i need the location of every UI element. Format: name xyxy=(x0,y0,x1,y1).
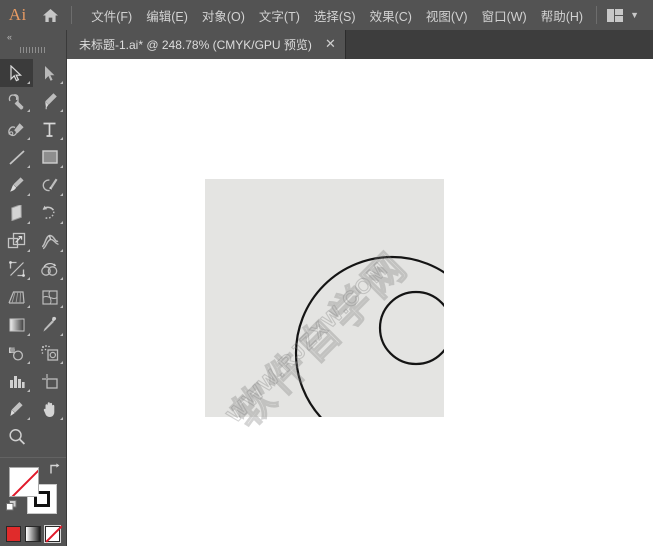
shape-builder-tool[interactable] xyxy=(33,255,66,283)
tool-flyout-indicator xyxy=(60,361,63,364)
outer-circle[interactable] xyxy=(296,257,444,417)
tool-flyout-indicator xyxy=(27,305,30,308)
direct-selection-tool[interactable] xyxy=(33,59,66,87)
color-mode-color[interactable] xyxy=(6,526,21,542)
collapse-panel-button[interactable]: « xyxy=(0,30,66,43)
menu-effect[interactable]: 效果(C) xyxy=(363,2,419,29)
hand-tool[interactable] xyxy=(33,395,66,423)
width-tool[interactable] xyxy=(33,227,66,255)
menu-file[interactable]: 文件(F) xyxy=(84,2,139,29)
tool-flyout-indicator xyxy=(60,249,63,252)
artboard[interactable]: 软件自学网 WWW.RJZXW.COM xyxy=(205,179,444,417)
menu-object[interactable]: 对象(O) xyxy=(195,2,252,29)
menu-edit[interactable]: 编辑(E) xyxy=(139,2,195,29)
artwork-layer xyxy=(205,179,444,417)
fill-stroke-controls xyxy=(0,457,66,519)
tool-flyout-indicator xyxy=(27,109,30,112)
shaper-tool[interactable] xyxy=(33,171,66,199)
column-graph-tool[interactable] xyxy=(0,367,33,395)
tool-flyout-indicator xyxy=(60,193,63,196)
workspace-switcher[interactable]: ▼ xyxy=(603,6,643,25)
inner-circle[interactable] xyxy=(380,292,444,364)
tool-flyout-indicator xyxy=(27,277,30,280)
magic-wand-tool[interactable] xyxy=(0,87,33,115)
paintbrush-tool[interactable] xyxy=(0,171,33,199)
document-tab-label: 未标题-1.ai* @ 248.78% (CMYK/GPU 预览) xyxy=(79,36,312,53)
menu-items: 文件(F) 编辑(E) 对象(O) 文字(T) 选择(S) 效果(C) 视图(V… xyxy=(84,2,590,29)
line-segment-tool[interactable] xyxy=(0,143,33,171)
menu-bar: Ai 文件(F) 编辑(E) 对象(O) 文字(T) 选择(S) 效果(C) 视… xyxy=(0,0,653,30)
rotate-tool[interactable] xyxy=(33,199,66,227)
free-transform-tool[interactable] xyxy=(0,255,33,283)
tool-flyout-indicator xyxy=(27,361,30,364)
ai-logo-text: Ai xyxy=(9,5,27,25)
menu-divider-2 xyxy=(596,6,597,24)
collapse-chevrons-icon: « xyxy=(7,32,11,42)
menu-type[interactable]: 文字(T) xyxy=(252,2,307,29)
eraser-tool[interactable] xyxy=(0,199,33,227)
artboard-tool[interactable] xyxy=(33,367,66,395)
tool-grid xyxy=(0,59,66,451)
tool-flyout-indicator xyxy=(60,417,63,420)
gradient-tool[interactable] xyxy=(0,311,33,339)
illustrator-window: Ai 文件(F) 编辑(E) 对象(O) 文字(T) 选择(S) 效果(C) 视… xyxy=(0,0,653,546)
tool-flyout-indicator xyxy=(27,165,30,168)
tool-flyout-indicator xyxy=(60,165,63,168)
tool-flyout-indicator xyxy=(27,221,30,224)
menu-divider-1 xyxy=(71,6,72,24)
tool-flyout-indicator xyxy=(60,81,63,84)
default-fill-stroke-icon[interactable] xyxy=(5,499,18,512)
scale-tool[interactable] xyxy=(0,227,33,255)
fill-swatch[interactable] xyxy=(9,467,39,497)
swap-fill-stroke-icon[interactable] xyxy=(48,462,61,475)
color-mode-row xyxy=(6,521,60,546)
workspace-grid-icon xyxy=(607,9,624,22)
tool-flyout-indicator xyxy=(60,137,63,140)
menu-window[interactable]: 窗口(W) xyxy=(475,2,534,29)
tool-flyout-indicator xyxy=(60,305,63,308)
pen-tool[interactable] xyxy=(33,87,66,115)
perspective-grid-tool[interactable] xyxy=(0,283,33,311)
menubar-right: ▼ xyxy=(590,6,653,25)
tool-flyout-indicator xyxy=(27,81,30,84)
stroke-swatch-hole xyxy=(37,494,47,504)
fill-none-slash-icon xyxy=(10,468,38,496)
tool-flyout-indicator xyxy=(27,249,30,252)
document-tab[interactable]: 未标题-1.ai* @ 248.78% (CMYK/GPU 预览) ✕ xyxy=(67,30,346,59)
menu-help[interactable]: 帮助(H) xyxy=(534,2,590,29)
document-tab-bar: 未标题-1.ai* @ 248.78% (CMYK/GPU 预览) ✕ xyxy=(67,30,653,59)
chevron-down-icon: ▼ xyxy=(630,11,639,20)
home-icon[interactable] xyxy=(36,0,66,30)
blend-tool[interactable] xyxy=(0,339,33,367)
curvature-tool[interactable] xyxy=(0,115,33,143)
rectangle-tool[interactable] xyxy=(33,143,66,171)
menu-select[interactable]: 选择(S) xyxy=(307,2,363,29)
eyedropper-tool[interactable] xyxy=(33,311,66,339)
tool-flyout-indicator xyxy=(27,389,30,392)
selection-tool[interactable] xyxy=(0,59,33,87)
tool-flyout-indicator xyxy=(27,333,30,336)
tool-flyout-indicator xyxy=(27,137,30,140)
document-canvas[interactable]: 软件自学网 WWW.RJZXW.COM xyxy=(67,59,653,546)
mesh-tool[interactable] xyxy=(33,283,66,311)
menu-view[interactable]: 视图(V) xyxy=(419,2,475,29)
tool-flyout-indicator xyxy=(60,277,63,280)
close-icon[interactable]: ✕ xyxy=(324,38,337,51)
zoom-tool[interactable] xyxy=(0,423,33,451)
tool-flyout-indicator xyxy=(27,417,30,420)
tool-flyout-indicator xyxy=(27,193,30,196)
panel-drag-handle[interactable] xyxy=(0,43,66,57)
tool-flyout-indicator xyxy=(60,333,63,336)
type-tool[interactable] xyxy=(33,115,66,143)
tools-panel: « xyxy=(0,30,67,546)
tool-flyout-indicator xyxy=(60,109,63,112)
tool-grid-empty xyxy=(33,423,66,451)
color-mode-none[interactable] xyxy=(45,526,60,542)
slice-tool[interactable] xyxy=(0,395,33,423)
tool-flyout-indicator xyxy=(60,221,63,224)
symbol-sprayer-tool[interactable] xyxy=(33,339,66,367)
color-mode-gradient[interactable] xyxy=(25,526,40,542)
ai-logo-icon: Ai xyxy=(0,0,36,30)
